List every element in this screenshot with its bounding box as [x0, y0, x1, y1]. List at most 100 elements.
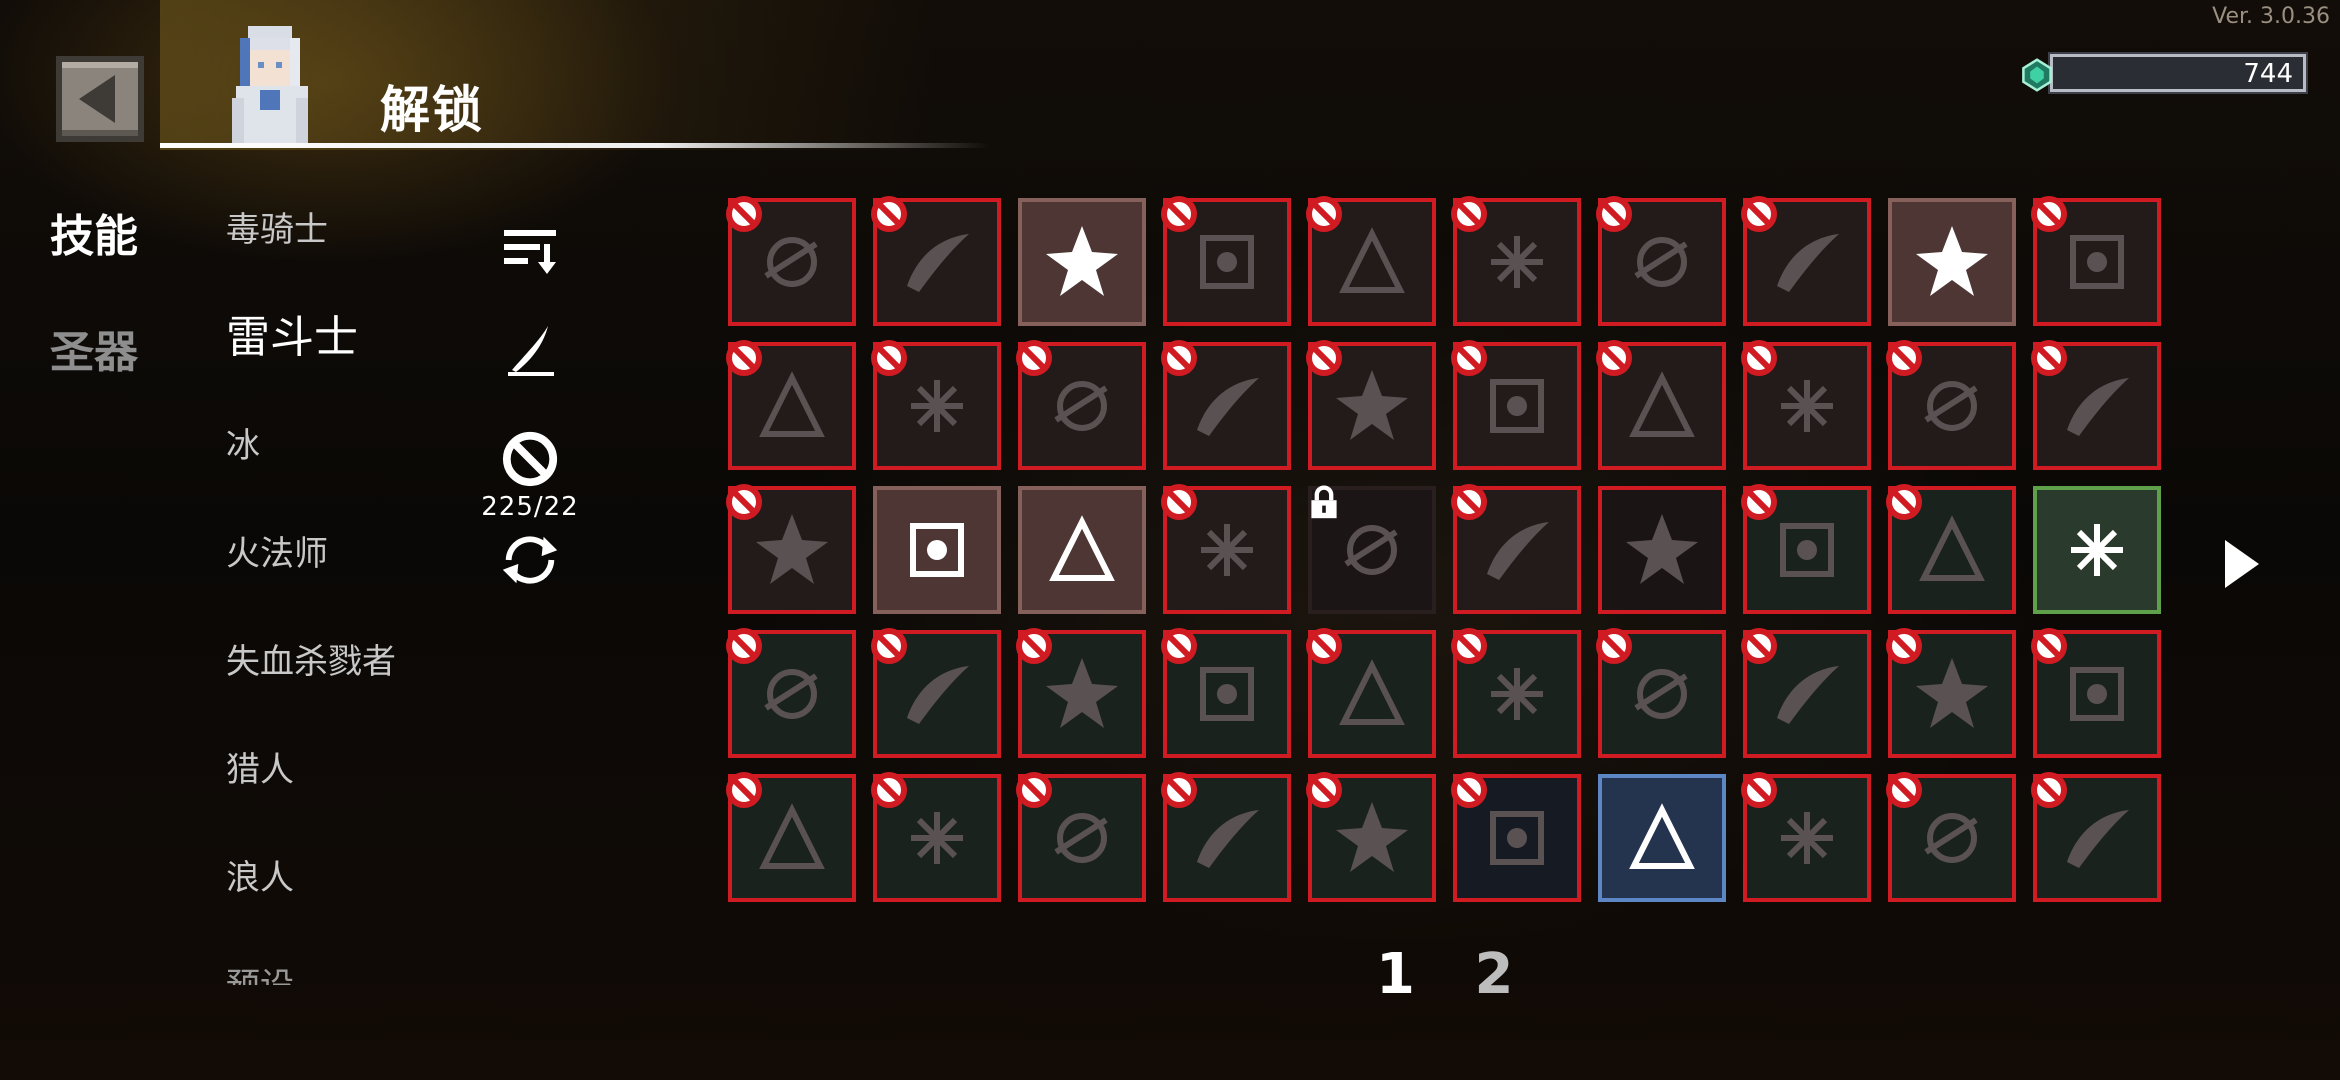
ban-icon [1451, 196, 1487, 232]
skill-cell[interactable] [1451, 340, 1581, 470]
ban-icon [2031, 340, 2067, 376]
skill-cell[interactable] [1886, 340, 2016, 470]
lightning-orb-icon [1049, 515, 1115, 581]
page-2[interactable]: 2 [1474, 942, 1513, 1007]
ban-icon [726, 772, 762, 808]
ban-icon [1886, 340, 1922, 376]
ban-icon [1161, 772, 1197, 808]
skill-cell[interactable] [726, 772, 856, 902]
class-item-thunder-fighter[interactable]: 雷斗士 [226, 308, 476, 416]
class-item-ice[interactable]: 冰 [226, 416, 476, 524]
skill-cell[interactable] [1161, 196, 1291, 326]
tab-skills[interactable]: 技能 [50, 200, 138, 264]
skill-cell[interactable] [1016, 340, 1146, 470]
skill-cell[interactable] [1451, 772, 1581, 902]
skill-cell[interactable] [1451, 484, 1581, 614]
skill-cell[interactable] [1596, 196, 1726, 326]
skill-cell[interactable] [1161, 340, 1291, 470]
skill-cell[interactable] [726, 196, 856, 326]
skill-cell[interactable] [1886, 772, 2016, 902]
skill-cell[interactable] [1886, 484, 2016, 614]
class-item-preset[interactable]: 预设 [226, 956, 476, 985]
ban-icon [726, 340, 762, 376]
ban-icon [1306, 628, 1342, 664]
skill-cell[interactable] [2031, 772, 2161, 902]
quill-pen-icon[interactable] [500, 320, 560, 380]
skill-cell[interactable] [873, 486, 1001, 614]
skill-cell[interactable] [871, 196, 1001, 326]
skill-cell[interactable] [1306, 772, 1436, 902]
ban-icon [1741, 340, 1777, 376]
skill-cell[interactable] [1741, 772, 1871, 902]
skill-cell[interactable] [1741, 340, 1871, 470]
skill-cell[interactable] [1596, 628, 1726, 758]
skill-cell[interactable] [2031, 628, 2161, 758]
back-arrow-icon [79, 75, 115, 123]
ban-icon [1161, 340, 1197, 376]
skill-cell[interactable] [726, 628, 856, 758]
tab-artifacts[interactable]: 圣器 [50, 316, 138, 380]
skill-cell[interactable] [1306, 340, 1436, 470]
skill-cell[interactable] [1161, 484, 1291, 614]
category-tabs: 技能 圣器 [50, 200, 138, 432]
skill-cell[interactable] [1451, 196, 1581, 326]
skill-cell[interactable] [1161, 772, 1291, 902]
class-item-fire-mage[interactable]: 火法师 [226, 524, 476, 632]
skill-cell[interactable] [1451, 628, 1581, 758]
skill-cell[interactable] [1598, 774, 1726, 902]
ban-count: 225/22 [481, 492, 579, 522]
skill-cell[interactable] [1741, 628, 1871, 758]
class-item-hunter[interactable]: 猎人 [226, 740, 476, 848]
skill-cell[interactable] [726, 340, 856, 470]
skill-cell[interactable] [1018, 486, 1146, 614]
skill-cell[interactable] [1888, 198, 2016, 326]
ban-icon [1016, 628, 1052, 664]
class-list[interactable]: 毒骑士 雷斗士 冰 火法师 失血杀戮者 猎人 浪人 预设 [226, 200, 476, 985]
ban-icon [1741, 196, 1777, 232]
skill-cell[interactable] [1161, 628, 1291, 758]
page-1[interactable]: 1 [1376, 942, 1415, 1007]
skill-cell[interactable] [871, 628, 1001, 758]
skill-cell[interactable] [726, 484, 856, 614]
skill-cell[interactable] [2031, 340, 2161, 470]
ban-icon [726, 628, 762, 664]
skill-cell[interactable] [1598, 486, 1726, 614]
white-burst-flower-icon [1046, 226, 1118, 296]
back-button[interactable] [56, 56, 144, 142]
ban-icon [1306, 772, 1342, 808]
skill-cell[interactable] [1741, 484, 1871, 614]
sort-list-icon[interactable] [500, 220, 560, 276]
skill-cell[interactable] [1308, 485, 1436, 614]
ban-icon [2031, 196, 2067, 232]
class-item-blood-slayer[interactable]: 失血杀戮者 [226, 632, 476, 740]
currency-value: 744 [2243, 59, 2293, 89]
skill-cell[interactable] [1741, 196, 1871, 326]
pagination: 1 2 [1376, 942, 1553, 1007]
ban-icon [1886, 772, 1922, 808]
ban-icon [871, 772, 907, 808]
skill-cell[interactable] [2031, 196, 2161, 326]
ban-icon [1886, 628, 1922, 664]
skill-cell[interactable] [1596, 340, 1726, 470]
ban-icon [1161, 628, 1197, 664]
class-item-ronin[interactable]: 浪人 [226, 848, 476, 956]
skill-cell[interactable] [1016, 628, 1146, 758]
ban-icon [1596, 628, 1632, 664]
spike-wave-icon [1626, 514, 1698, 584]
skill-cell[interactable] [1306, 628, 1436, 758]
title-underline [160, 143, 990, 148]
currency-display: 744 [2020, 52, 2308, 94]
skill-cell[interactable] [1018, 198, 1146, 326]
skill-cell[interactable] [1016, 772, 1146, 902]
ban-icon[interactable] [501, 430, 559, 488]
skill-cell[interactable] [871, 340, 1001, 470]
skill-cell[interactable] [1306, 196, 1436, 326]
next-page-arrow-icon[interactable] [2225, 540, 2259, 588]
skill-cell[interactable] [1886, 628, 2016, 758]
skill-cell[interactable] [2033, 486, 2161, 614]
lock-icon [1311, 485, 1337, 519]
class-item-poison-knight[interactable]: 毒骑士 [226, 200, 476, 308]
skill-cell[interactable] [871, 772, 1001, 902]
ban-icon [871, 628, 907, 664]
refresh-cycle-icon[interactable] [497, 532, 563, 588]
